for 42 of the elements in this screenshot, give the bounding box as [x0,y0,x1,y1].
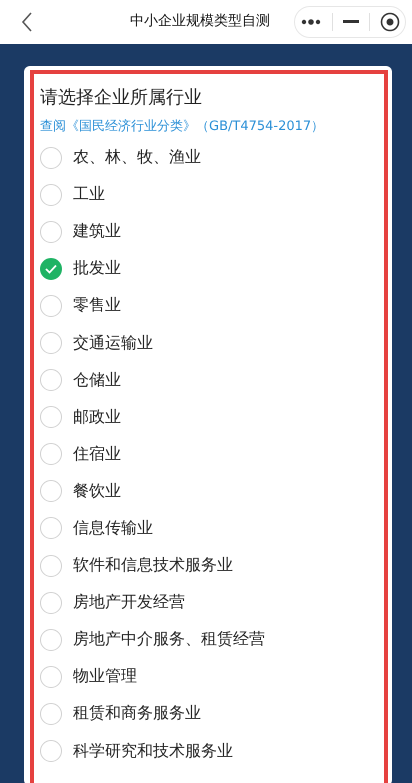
option-label: 科学研究和技术服务业 [73,740,233,762]
question-title: 请选择企业所属行业 [40,86,203,110]
radio-button[interactable] [40,480,62,502]
radio-button[interactable] [40,666,62,688]
page-title: 中小企业规模类型自测 [130,12,270,30]
radio-button[interactable] [40,406,62,428]
radio-button[interactable] [40,702,62,725]
option-label: 邮政业 [73,406,121,428]
minimize-icon[interactable] [343,20,359,24]
option-label: 房地产开发经营 [73,592,185,614]
radio-button[interactable] [40,628,62,651]
radio-button[interactable] [40,517,62,540]
radio-button[interactable] [40,332,62,354]
option-label: 租赁和商务服务业 [73,703,201,724]
check-icon [45,264,57,274]
radio-button[interactable] [40,220,62,243]
back-icon[interactable] [20,11,34,33]
option-label: 交通运输业 [73,332,153,354]
radio-button[interactable] [40,146,62,169]
option-label: 建筑业 [73,221,121,242]
option-label: 批发业 [73,258,121,280]
radio-button[interactable] [40,184,62,206]
option-label: 信息传输业 [73,518,153,539]
option-label: 房地产中介服务、租赁经营 [73,629,265,650]
radio-button[interactable] [40,592,62,614]
radio-button[interactable] [40,369,62,392]
option-label: 物业管理 [73,666,137,688]
close-icon[interactable] [380,12,400,32]
radio-button[interactable] [40,740,62,762]
option-label: 工业 [73,184,105,206]
more-icon[interactable] [300,18,322,26]
radio-button[interactable] [40,554,62,577]
option-label: 餐饮业 [73,480,121,502]
radio-button[interactable] [40,258,62,280]
option-label: 住宿业 [73,444,121,465]
radio-button[interactable] [40,294,62,317]
option-label: 仓储业 [73,370,121,391]
option-label: 农、林、牧、渔业 [73,147,201,168]
classification-link[interactable]: 查阅《国民经济行业分类》（GB/T4754-2017） [40,118,384,136]
radio-button[interactable] [40,443,62,466]
option-label: 零售业 [73,295,121,316]
option-label: 软件和信息技术服务业 [73,555,233,576]
